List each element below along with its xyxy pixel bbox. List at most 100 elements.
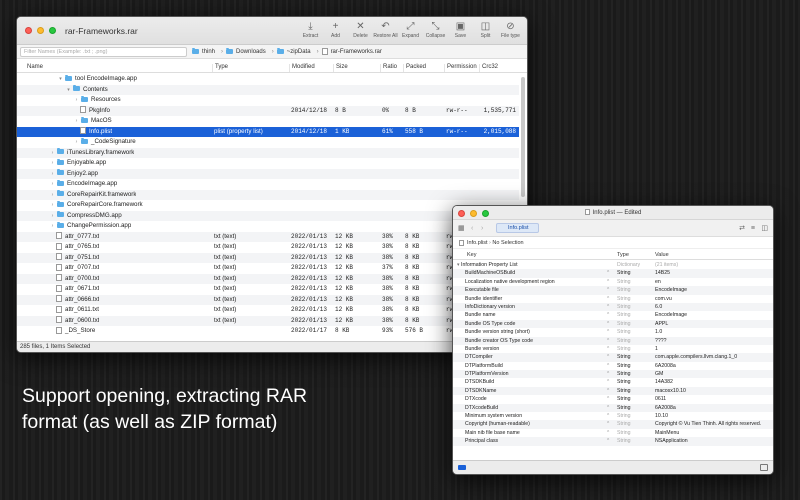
type-stepper-icon[interactable]: ⌃: [606, 378, 610, 386]
table-row[interactable]: attr_0777.txt txt (text) 2022/01/13 12 KB 38…: [17, 231, 519, 242]
table-row[interactable]: › ChangePermission.app: [17, 221, 519, 232]
table-row[interactable]: ▾ tool EncodeImage.app: [17, 74, 519, 85]
add-button[interactable]: + Add: [323, 20, 348, 39]
plist-zoom-button[interactable]: [482, 210, 489, 217]
table-row[interactable]: › Resources: [17, 95, 519, 106]
type-stepper-icon[interactable]: ⌃: [606, 395, 610, 403]
refresh-icon[interactable]: ⇄: [739, 225, 745, 233]
type-stepper-icon[interactable]: ⌃: [606, 303, 610, 311]
plist-row[interactable]: DTCompiler ⌃ String com.apple.compilers.llv…: [453, 353, 773, 362]
plist-row[interactable]: Minimum system version ⌃ String 10.10: [453, 412, 773, 420]
type-stepper-icon[interactable]: ⌃: [606, 353, 610, 361]
type-stepper-icon[interactable]: ⌃: [606, 337, 610, 345]
plist-close-button[interactable]: [458, 210, 465, 217]
table-row[interactable]: › Enjoyable.app: [17, 158, 519, 169]
minimize-button[interactable]: [37, 27, 44, 34]
plist-row[interactable]: Executable file ⌃ String EncodeImage: [453, 286, 773, 295]
type-stepper-icon[interactable]: ⌃: [606, 412, 610, 420]
delete-button[interactable]: ✕ Delete: [348, 20, 373, 39]
table-row[interactable]: attr_0751.txt txt (text) 2022/01/13 12 KB 38…: [17, 252, 519, 263]
disclosure-closed-icon[interactable]: ›: [49, 190, 56, 201]
plist-row[interactable]: DTPlatformBuild ⌃ String 6A2008a: [453, 362, 773, 370]
table-row[interactable]: attr_0666.txt txt (text) 2022/01/13 12 KB 38…: [17, 294, 519, 305]
disclosure-closed-icon[interactable]: ›: [73, 137, 80, 148]
disclosure-closed-icon[interactable]: ›: [49, 169, 56, 180]
column-header-ratio[interactable]: Ratio: [380, 64, 397, 72]
plist-row[interactable]: Bundle OS Type code ⌃ String APPL: [453, 319, 773, 329]
plist-row[interactable]: Bundle version string (short) ⌃ String 1.0: [453, 328, 773, 336]
type-stepper-icon[interactable]: ⌃: [606, 362, 610, 370]
type-stepper-icon[interactable]: ⌃: [606, 320, 610, 328]
table-row[interactable]: › EncodeImage.app: [17, 179, 519, 190]
disclosure-closed-icon[interactable]: ›: [49, 211, 56, 222]
table-row[interactable]: ▾ Contents: [17, 84, 519, 96]
type-stepper-icon[interactable]: ⌃: [606, 286, 610, 294]
plist-row[interactable]: DTXcodeBuild ⌃ String 6A2008a: [453, 403, 773, 413]
disclosure-open-icon[interactable]: ▾: [57, 74, 64, 85]
type-stepper-icon[interactable]: ⌃: [606, 269, 610, 277]
split-button[interactable]: ◫ Split: [473, 20, 498, 39]
plist-column-value[interactable]: Value: [655, 252, 669, 258]
breadcrumb-item[interactable]: ~zipData: [276, 47, 314, 55]
plist-row[interactable]: InfoDictionary version ⌃ String 6.0: [453, 302, 773, 312]
type-stepper-icon[interactable]: ⌃: [606, 420, 610, 428]
column-header-name[interactable]: Name: [25, 64, 43, 72]
disclosure-closed-icon[interactable]: ›: [49, 200, 56, 211]
type-stepper-icon[interactable]: ⌃: [606, 311, 610, 319]
plist-row[interactable]: Localization native development region ⌃ S…: [453, 278, 773, 286]
breadcrumb-file[interactable]: Info.plist: [467, 240, 487, 246]
plist-row[interactable]: DTSDKName ⌃ String macosx10.10: [453, 386, 773, 396]
sidebar-toggle-icon[interactable]: [760, 464, 768, 471]
extract-button[interactable]: ⤓ Extract: [298, 20, 323, 39]
breadcrumb-item[interactable]: Downloads: [226, 47, 269, 55]
expand-button[interactable]: ⤢ Expand: [398, 20, 423, 39]
table-row[interactable]: attr_0611.txt txt (text) 2022/01/13 12 KB 38…: [17, 305, 519, 316]
restore-all-button[interactable]: ↶ Restore All: [373, 20, 398, 39]
table-row[interactable]: › iTunesLibrary.framework: [17, 147, 519, 159]
plist-row[interactable]: DTPlatformVersion ⌃ String GM: [453, 370, 773, 379]
plist-minimize-button[interactable]: [470, 210, 477, 217]
save-button[interactable]: ▣ Save: [448, 20, 473, 39]
lines-icon[interactable]: ≡: [751, 225, 755, 233]
table-row[interactable]: attr_0707.txt txt (text) 2022/01/13 12 KB 37…: [17, 263, 519, 274]
column-header-type[interactable]: Type: [212, 64, 228, 72]
type-stepper-icon[interactable]: ⌃: [606, 429, 610, 437]
type-stepper-icon[interactable]: ⌃: [606, 328, 610, 336]
table-row[interactable]: PkgInfo 2014/12/18 8 B 0% 8 B rw-r-- 1,535,771: [17, 105, 519, 116]
type-stepper-icon[interactable]: ⌃: [606, 370, 610, 378]
type-stepper-icon[interactable]: ⌃: [606, 387, 610, 395]
type-stepper-icon[interactable]: ⌃: [606, 295, 610, 303]
disclosure-open-icon[interactable]: ▾: [65, 85, 72, 96]
plist-row[interactable]: Main nib file base name ⌃ String MainMenu: [453, 429, 773, 437]
plist-row[interactable]: DTSDKBuild ⌃ String 14A382: [453, 378, 773, 386]
plist-row[interactable]: Bundle identifier ⌃ String com.vu: [453, 295, 773, 303]
column-header-crc32[interactable]: Crc32: [479, 64, 498, 72]
tab-info-plist[interactable]: Info.plist: [496, 223, 539, 233]
type-stepper-icon[interactable]: ⌃: [606, 437, 610, 445]
table-row[interactable]: attr_0700.txt txt (text) 2022/01/13 12 KB 38…: [17, 273, 519, 284]
table-row[interactable]: Info.plist plist (property list) 2014/12/1…: [17, 126, 519, 137]
close-button[interactable]: [25, 27, 32, 34]
breadcrumb-item[interactable]: rar-Frameworks.rar: [321, 48, 385, 55]
plist-column-key[interactable]: Key: [467, 252, 476, 258]
type-stepper-icon[interactable]: ⌃: [606, 278, 610, 286]
column-header-permission[interactable]: Permission: [444, 64, 477, 72]
split-view-icon[interactable]: ◫: [761, 225, 768, 233]
column-header-size[interactable]: Size: [333, 64, 348, 72]
forward-arrow-icon[interactable]: ›: [481, 225, 483, 233]
table-row[interactable]: attr_0671.txt txt (text) 2022/01/13 12 KB 38…: [17, 284, 519, 295]
grid-icon[interactable]: ▦: [458, 225, 465, 233]
table-row[interactable]: _DS_Store 2022/01/17 8 KB 93% 576 Brw: [17, 326, 519, 337]
disclosure-closed-icon[interactable]: ›: [49, 221, 56, 232]
column-header-modified[interactable]: Modified: [289, 64, 315, 72]
disclosure-closed-icon[interactable]: ›: [49, 148, 56, 159]
disclosure-closed-icon[interactable]: ›: [73, 116, 80, 127]
disclosure-closed-icon[interactable]: ›: [49, 179, 56, 190]
plist-row[interactable]: Principal class ⌃ String NSApplication: [453, 437, 773, 446]
table-row[interactable]: › CoreRepairKit.framework: [17, 189, 519, 201]
scrollbar-thumb[interactable]: [521, 77, 525, 197]
table-row[interactable]: › CoreRepairCore.framework: [17, 200, 519, 211]
type-stepper-icon[interactable]: ⌃: [606, 345, 610, 353]
plist-row[interactable]: Copyright (human-readable) ⌃ String Copyrig…: [453, 420, 773, 429]
table-row[interactable]: › MacOS: [17, 116, 519, 127]
